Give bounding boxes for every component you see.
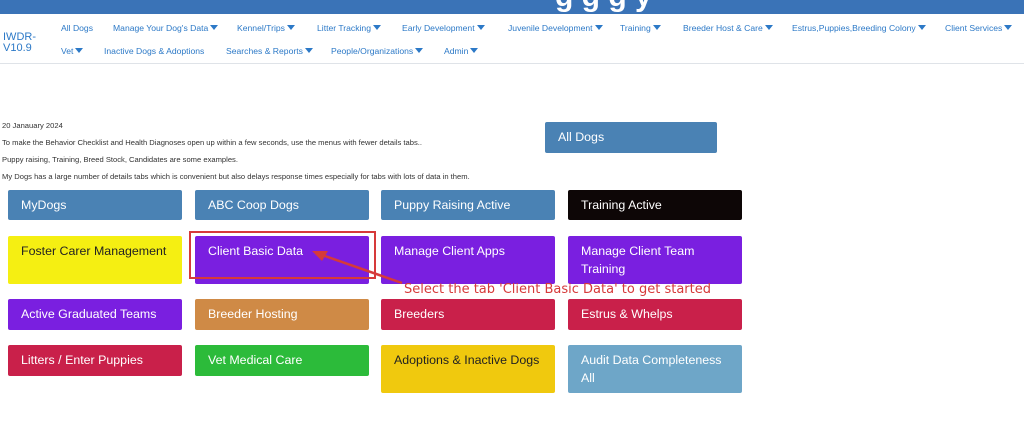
tile-mydogs[interactable]: MyDogs [8,190,182,220]
nav-item-inactive-dogs-adoptions[interactable]: Inactive Dogs & Adoptions [104,46,204,56]
top-banner: g g g y [0,0,1024,14]
caret-down-icon [286,25,295,30]
tile-label: Breeders [394,307,445,321]
nav-item-label: Breeder Host & Care [683,23,763,33]
tile-puppy-raising-active[interactable]: Puppy Raising Active [381,190,555,220]
tile-manage-client-apps[interactable]: Manage Client Apps [381,236,555,284]
tile-litters-enter-puppies[interactable]: Litters / Enter Puppies [8,345,182,376]
nav-item-litter-tracking[interactable]: Litter Tracking [317,23,381,33]
nav-item-client-services[interactable]: Client Services [945,23,1013,33]
tile-label: Puppy Raising Active [394,198,511,212]
tile-audit-data-completeness-all[interactable]: Audit Data Completeness All [568,345,742,393]
caret-down-icon [764,25,773,30]
caret-down-icon [470,48,479,53]
caret-down-icon [1004,25,1013,30]
nav-item-label: Juvenile Development [508,23,593,33]
nav-item-all-dogs[interactable]: All Dogs [61,23,93,33]
nav-item-early-development[interactable]: Early Development [402,23,485,33]
tile-label: Training Active [581,198,662,212]
tile-label: Breeder Hosting [208,307,298,321]
tile-manage-client-team-training[interactable]: Manage Client Team Training [568,236,742,284]
nav-item-label: Litter Tracking [317,23,371,33]
nav-item-label: Kennel/Trips [237,23,285,33]
tile-training-active[interactable]: Training Active [568,190,742,220]
nav-item-label: Vet [61,46,74,56]
tile-label: Litters / Enter Puppies [21,353,143,367]
nav-item-juvenile-development[interactable]: Juvenile Development [508,23,603,33]
nav-item-label: Estrus,Puppies,Breeding Colony [792,23,916,33]
notes-line: Puppy raising, Training, Breed Stock, Ca… [2,155,238,164]
tile-label: MyDogs [21,198,67,212]
banner-title: g g g y [555,0,652,14]
tile-adoptions-inactive-dogs[interactable]: Adoptions & Inactive Dogs [381,345,555,393]
tile-label: ABC Coop Dogs [208,198,299,212]
tile-active-graduated-teams[interactable]: Active Graduated Teams [8,299,182,330]
caret-down-icon [594,25,603,30]
nav-item-label: Admin [444,46,469,56]
tile-label: Estrus & Whelps [581,307,673,321]
nav-item-label: Manage Your Dog's Data [113,23,209,33]
caret-down-icon [372,25,381,30]
nav-item-label: Training [620,23,651,33]
tile-estrus-whelps[interactable]: Estrus & Whelps [568,299,742,330]
tile-label: Manage Client Team Training [581,244,695,276]
tile-breeder-hosting[interactable]: Breeder Hosting [195,299,369,330]
nav-item-people-organizations[interactable]: People/Organizations [331,46,424,56]
nav-item-label: Searches & Reports [226,46,303,56]
nav-item-admin[interactable]: Admin [444,46,479,56]
all-dogs-button[interactable]: All Dogs [545,122,717,153]
nav-item-label: Early Development [402,23,475,33]
nav-item-label: People/Organizations [331,46,414,56]
tile-label: Foster Carer Management [21,244,167,258]
tile-label: Active Graduated Teams [21,307,157,321]
nav-item-label: All Dogs [61,23,93,33]
nav-item-training[interactable]: Training [620,23,661,33]
tile-label: Adoptions & Inactive Dogs [394,353,540,367]
notes-line: To make the Behavior Checklist and Healt… [2,138,422,147]
nav-item-breeder-host-care[interactable]: Breeder Host & Care [683,23,773,33]
annotation-text: Select the tab 'Client Basic Data' to ge… [404,282,711,297]
tile-label: Manage Client Apps [394,244,505,258]
caret-down-icon [917,25,926,30]
tile-abc-coop-dogs[interactable]: ABC Coop Dogs [195,190,369,220]
caret-down-icon [476,25,485,30]
nav-item-label: Inactive Dogs & Adoptions [104,46,205,56]
caret-down-icon [75,48,84,53]
caret-down-icon [210,25,219,30]
nav-item-vet[interactable]: Vet [61,46,84,56]
nav-item-kennel-trips[interactable]: Kennel/Trips [237,23,295,33]
tile-foster-carer-management[interactable]: Foster Carer Management [8,236,182,284]
tile-label: Audit Data Completeness All [581,353,722,385]
caret-down-icon [304,48,313,53]
annotation-highlight-box [189,231,376,279]
notes-line: My Dogs has a large number of details ta… [2,172,470,181]
caret-down-icon [652,25,661,30]
notes-date: 20 Janauary 2024 [2,121,63,130]
nav-item-label: Client Services [945,23,1003,33]
tile-label: Vet Medical Care [208,353,303,367]
main-navigation: IWDR-V10.9 All Dogs Manage Your Dog's Dat… [0,14,1024,64]
app-version-label: IWDR-V10.9 [3,31,36,54]
caret-down-icon [415,48,424,53]
tile-vet-medical-care[interactable]: Vet Medical Care [195,345,369,376]
tile-breeders[interactable]: Breeders [381,299,555,330]
nav-item-manage-your-dog-s-data[interactable]: Manage Your Dog's Data [113,23,219,33]
nav-item-estrus-puppies-breeding-colony[interactable]: Estrus,Puppies,Breeding Colony [792,23,926,33]
nav-item-searches-reports[interactable]: Searches & Reports [226,46,313,56]
